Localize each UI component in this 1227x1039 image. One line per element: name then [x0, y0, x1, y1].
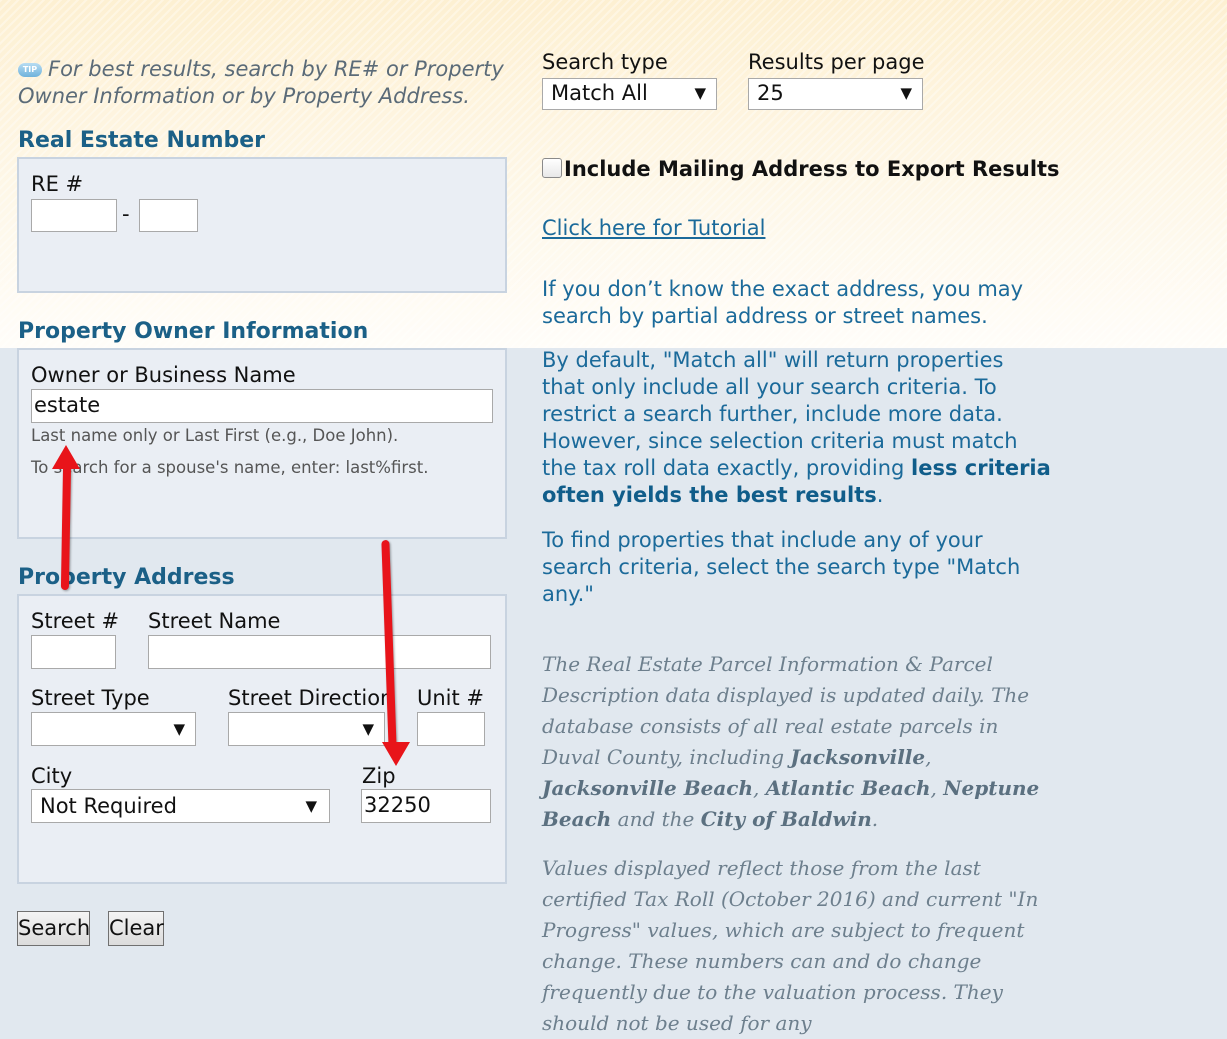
- chevron-down-icon: ▼: [900, 84, 912, 102]
- re-number-input-part1[interactable]: [31, 199, 117, 232]
- search-type-value: Match All: [551, 81, 648, 105]
- info-match-any: To find properties that include any of y…: [542, 528, 1021, 606]
- chevron-down-icon: ▼: [362, 720, 374, 738]
- tip-icon: TIP: [18, 63, 42, 77]
- note-period: .: [871, 807, 879, 831]
- street-name-label: Street Name: [148, 609, 281, 633]
- place-jacksonville-beach: Jacksonville Beach: [542, 776, 754, 800]
- include-mailing-checkbox[interactable]: [542, 158, 562, 178]
- city-value: Not Required: [40, 794, 177, 818]
- re-number-dash: -: [122, 202, 130, 226]
- owner-name-label: Owner or Business Name: [31, 363, 296, 387]
- tax-roll-note: Values displayed reflect those from the …: [542, 856, 1039, 1035]
- info-partial-address: If you don’t know the exact address, you…: [542, 277, 1024, 328]
- city-select[interactable]: Not Required ▼: [31, 789, 330, 823]
- results-per-page-label: Results per page: [748, 50, 925, 74]
- tip-text: For best results, search by RE# or Prope…: [18, 57, 504, 108]
- street-direction-label: Street Direction: [228, 686, 394, 710]
- place-atlantic-beach: Atlantic Beach: [765, 776, 931, 800]
- search-type-select[interactable]: Match All ▼: [542, 78, 717, 110]
- chevron-down-icon: ▼: [694, 84, 706, 102]
- real-estate-number-title: Real Estate Number: [18, 128, 266, 153]
- re-number-label: RE #: [31, 172, 84, 196]
- results-per-page-value: 25: [757, 81, 784, 105]
- owner-info-title: Property Owner Information: [18, 319, 369, 344]
- chevron-down-icon: ▼: [173, 720, 185, 738]
- chevron-down-icon: ▼: [305, 797, 317, 815]
- place-separator: ,: [753, 776, 766, 800]
- place-separator: and the: [611, 807, 701, 831]
- include-mailing-label[interactable]: Include Mailing Address to Export Result…: [564, 157, 1060, 181]
- owner-name-input[interactable]: estate: [31, 389, 493, 423]
- street-type-label: Street Type: [31, 686, 150, 710]
- info-match-all: By default, "Match all" will return prop…: [542, 347, 1052, 509]
- arrow-up-head-icon: [52, 445, 80, 469]
- property-address-title: Property Address: [18, 565, 235, 590]
- street-number-input[interactable]: [31, 635, 116, 669]
- search-type-label: Search type: [542, 50, 668, 74]
- search-button[interactable]: Search: [17, 911, 90, 946]
- street-direction-select[interactable]: ▼: [228, 712, 385, 746]
- city-label: City: [31, 764, 73, 788]
- spouse-name-hint: To search for a spouse's name, enter: la…: [31, 458, 429, 477]
- street-number-label: Street #: [31, 609, 120, 633]
- arrow-down-head-icon: [382, 742, 410, 766]
- info-match-all-end: .: [876, 483, 884, 507]
- parcel-data-note: The Real Estate Parcel Information & Par…: [542, 649, 1042, 835]
- parcel-note-text: The Real Estate Parcel Information & Par…: [542, 652, 1030, 769]
- unit-number-input[interactable]: [417, 712, 485, 746]
- street-type-select[interactable]: ▼: [31, 712, 196, 746]
- place-city-of-baldwin: City of Baldwin: [700, 807, 872, 831]
- search-tip: TIP For best results, search by RE# or Pr…: [18, 56, 508, 110]
- re-number-input-part2[interactable]: [139, 199, 198, 232]
- clear-button[interactable]: Clear: [108, 911, 164, 946]
- place-separator: ,: [930, 776, 944, 800]
- tutorial-link[interactable]: Click here for Tutorial: [542, 216, 765, 240]
- zip-input[interactable]: 32250: [361, 789, 491, 823]
- place-separator: ,: [925, 745, 932, 769]
- owner-name-hint: Last name only or Last First (e.g., Doe …: [31, 426, 399, 445]
- street-name-input[interactable]: [148, 635, 491, 669]
- unit-number-label: Unit #: [417, 686, 485, 710]
- place-jacksonville: Jacksonville: [790, 745, 926, 769]
- results-per-page-select[interactable]: 25 ▼: [748, 78, 923, 110]
